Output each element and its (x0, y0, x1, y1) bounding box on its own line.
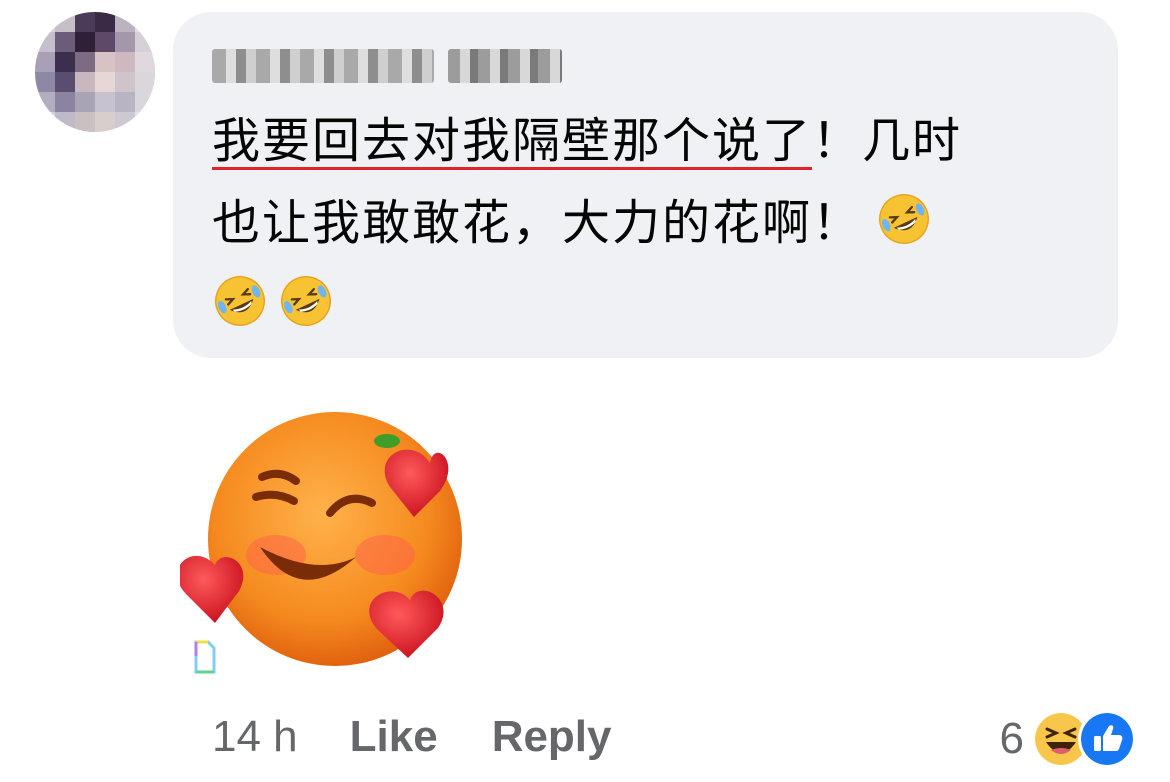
reaction-count: 6 (999, 714, 1024, 763)
like-button[interactable]: Like (350, 712, 438, 762)
file-icon (194, 640, 216, 674)
orange-hearts-sticker-icon[interactable] (180, 405, 492, 675)
redacted-last-name (448, 49, 562, 83)
rofl-emoji-icon (215, 276, 265, 326)
spellcheck-underlined-text: 我要回去对我隔壁那个说了 (212, 113, 813, 169)
rofl-emoji-icon (879, 194, 929, 244)
like-reaction-icon (1078, 710, 1136, 768)
comment-text: 我要回去对我隔壁那个说了！几时 也让我敢敢花，大力的花啊！ (212, 100, 1092, 346)
reaction-summary[interactable]: 6 (1000, 710, 1136, 768)
timestamp[interactable]: 14 h (212, 712, 298, 762)
author-name-redacted[interactable] (212, 46, 562, 86)
reply-button[interactable]: Reply (492, 712, 612, 762)
comment-thread: 我要回去对我隔壁那个说了！几时 也让我敢敢花，大力的花啊！ 14 h Like … (0, 0, 1170, 782)
comment-actions: 14 h Like Reply (212, 712, 666, 762)
reaction-icons (1032, 710, 1136, 768)
avatar[interactable] (35, 12, 155, 132)
redacted-first-name (212, 49, 434, 83)
rofl-emoji-icon (281, 276, 331, 326)
